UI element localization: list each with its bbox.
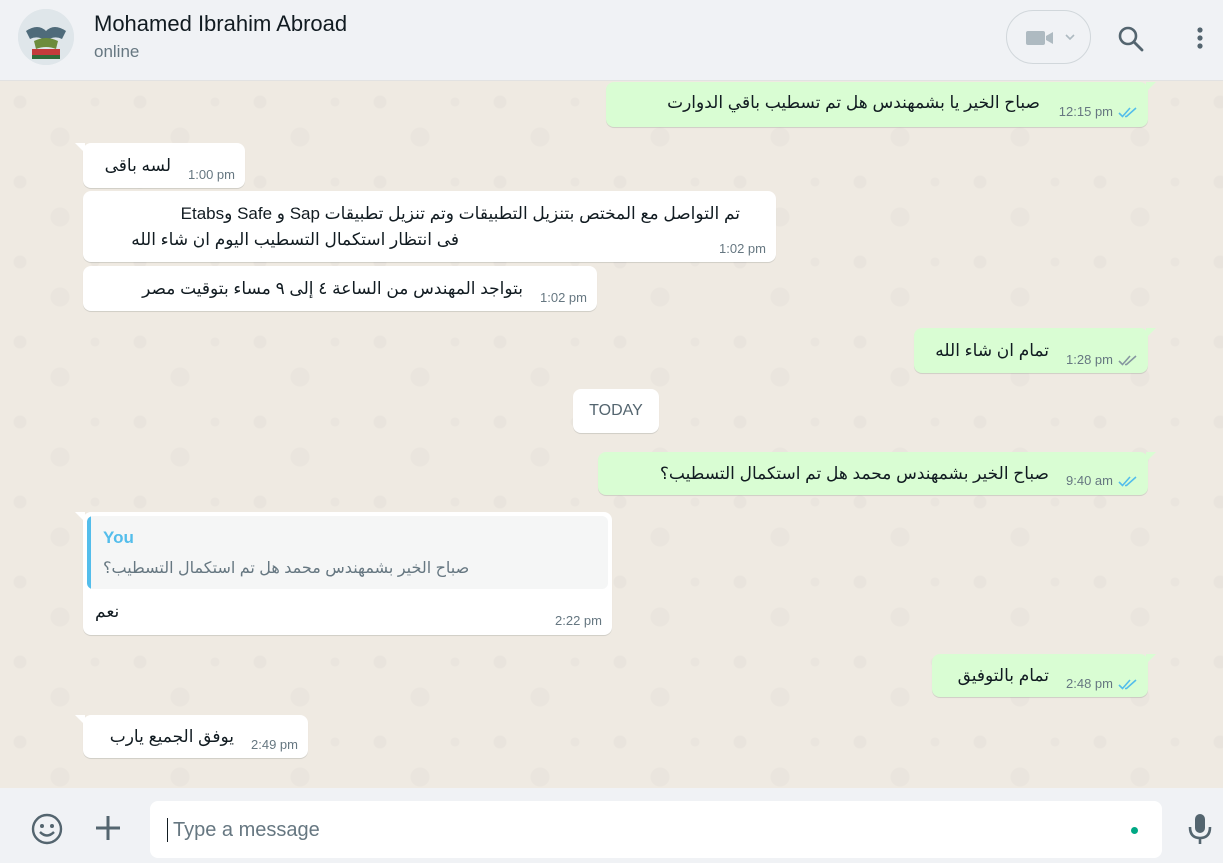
message-text: بتواجد المهندس من الساعة ٤ إلى ٩ مساء بت… [142, 279, 523, 298]
quote-author: You [103, 528, 134, 547]
contact-avatar[interactable] [18, 9, 74, 65]
message-time: 2:49 pm [251, 737, 298, 752]
contact-name[interactable]: Mohamed Ibrahim Abroad [94, 11, 347, 37]
message-text-line-1: تم التواصل مع المختص بتنزيل التطبيقات وت… [180, 204, 740, 223]
plus-icon [96, 816, 120, 840]
video-call-icon [1026, 31, 1053, 45]
incoming-message[interactable]: يوفق الجميع يارب 2:49 pm [75, 715, 308, 758]
conversation-panel[interactable]: صباح الخير يا بشمهندس هل تم تسطيب باقي ا… [0, 82, 1223, 788]
message-time: 2:22 pm [555, 613, 602, 628]
emoji-icon [31, 813, 63, 845]
voice-message-button[interactable] [1186, 812, 1214, 846]
outgoing-message[interactable]: تمام ان شاء الله 1:28 pm [914, 328, 1156, 373]
message-text: نعم [95, 602, 120, 621]
quote-text: صباح الخير بشمهندس محمد هل تم استكمال ال… [103, 560, 470, 577]
quoted-message[interactable]: You صباح الخير بشمهندس محمد هل تم استكما… [87, 516, 608, 589]
message-text: لسه باقى [104, 156, 171, 175]
menu-button[interactable] [1190, 24, 1210, 54]
read-ticks-icon [1118, 107, 1137, 118]
contact-status: online [94, 42, 140, 61]
message-time: 9:40 am [1066, 473, 1113, 488]
chevron-down-icon [1065, 34, 1075, 41]
message-time: 1:02 pm [540, 290, 587, 305]
message-composer: Type a message [0, 788, 1223, 863]
message-time: 1:02 pm [719, 241, 766, 256]
outgoing-message[interactable]: صباح الخير يا بشمهندس هل تم تسطيب باقي ا… [606, 82, 1156, 127]
status-dot-icon [1131, 827, 1138, 834]
outgoing-message[interactable]: صباح الخير بشمهندس محمد هل تم استكمال ال… [598, 452, 1156, 495]
message-time: 12:15 pm [1058, 104, 1113, 119]
message-time: 1:00 pm [188, 167, 235, 182]
menu-icon [1197, 27, 1203, 49]
incoming-message[interactable]: تم التواصل مع المختص بتنزيل التطبيقات وت… [83, 191, 776, 262]
incoming-message[interactable]: لسه باقى 1:00 pm [75, 143, 245, 188]
text-caret [167, 818, 168, 842]
delivered-ticks-icon [1118, 355, 1137, 366]
message-text-line-2: فى انتظار استكمال التسطيب اليوم ان شاء ا… [131, 230, 459, 249]
search-icon [1118, 26, 1144, 52]
read-ticks-icon [1118, 679, 1137, 690]
chat-header: Mohamed Ibrahim Abroad online [0, 0, 1223, 81]
message-input-placeholder: Type a message [173, 819, 320, 841]
quote-accent-bar [87, 516, 91, 589]
message-time: 2:48 pm [1066, 676, 1113, 691]
incoming-message[interactable]: بتواجد المهندس من الساعة ٤ إلى ٩ مساء بت… [83, 266, 597, 311]
message-text: يوفق الجميع يارب [109, 727, 234, 746]
date-divider: TODAY [573, 389, 659, 433]
incoming-reply-message[interactable]: You صباح الخير بشمهندس محمد هل تم استكما… [75, 512, 612, 635]
message-text: صباح الخير يا بشمهندس هل تم تسطيب باقي ا… [667, 93, 1040, 112]
read-ticks-icon [1118, 476, 1137, 487]
message-input[interactable]: Type a message [150, 801, 1162, 858]
outgoing-message[interactable]: تمام بالتوفيق 2:48 pm [932, 654, 1156, 697]
emoji-button[interactable] [30, 812, 64, 846]
message-text: تمام ان شاء الله [935, 341, 1049, 360]
message-time: 1:28 pm [1066, 352, 1113, 367]
video-call-button[interactable] [1006, 10, 1091, 64]
message-text: تمام بالتوفيق [957, 666, 1049, 685]
mic-icon [1188, 814, 1212, 844]
message-text: صباح الخير بشمهندس محمد هل تم استكمال ال… [659, 464, 1049, 483]
attach-button[interactable] [94, 814, 122, 842]
search-button[interactable] [1116, 24, 1146, 54]
